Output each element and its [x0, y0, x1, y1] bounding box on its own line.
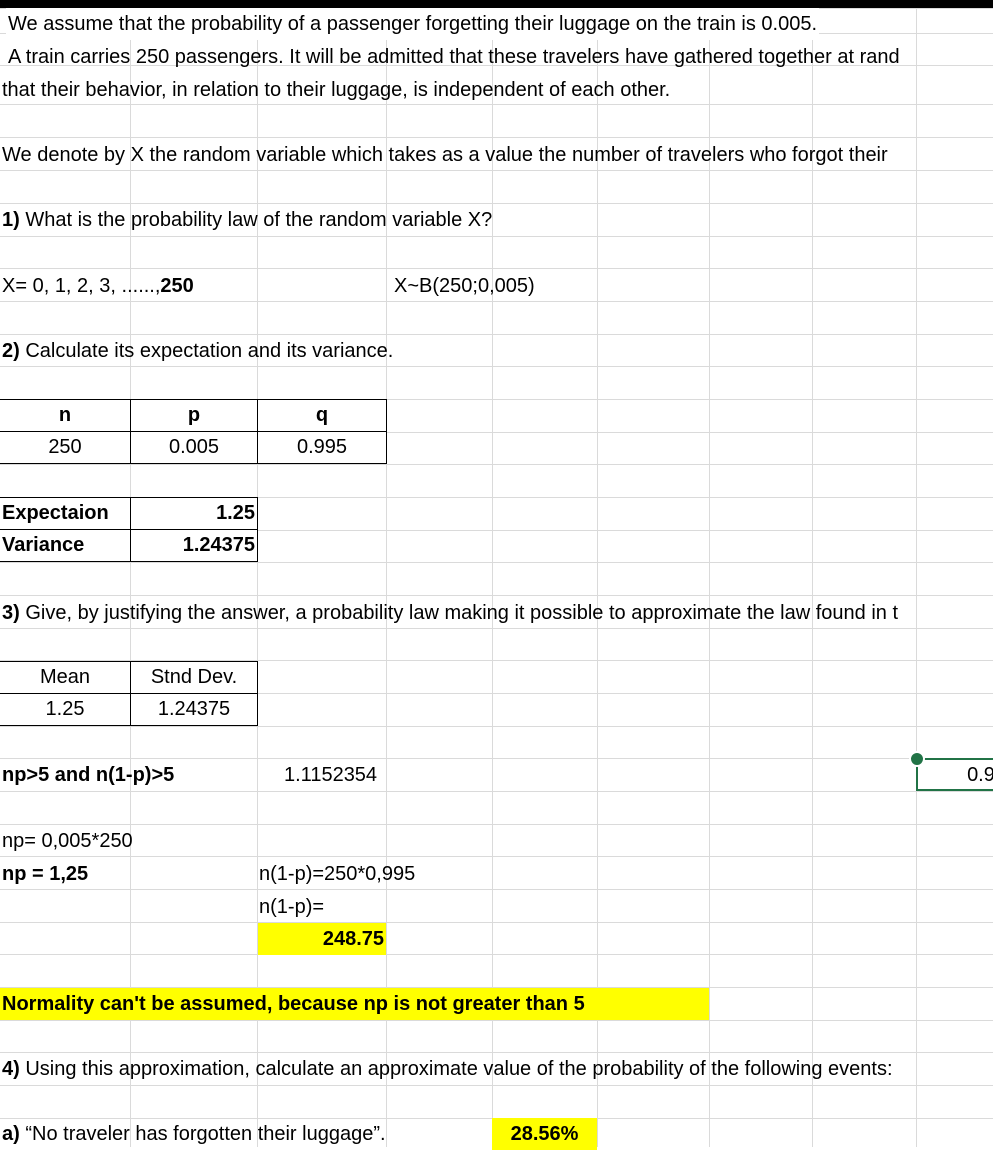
gridline — [0, 856, 993, 857]
selected-cell[interactable]: 0.99 — [916, 758, 993, 791]
npq-table: n p q 250 0.005 0.995 — [0, 399, 387, 464]
gridline — [0, 464, 993, 465]
mean-value[interactable]: 1.25 — [0, 693, 131, 726]
mean-header[interactable]: Mean — [0, 661, 131, 694]
gridline — [916, 8, 917, 1147]
gridline — [0, 726, 993, 727]
nq-result[interactable]: 248.75 — [258, 923, 386, 955]
question-4[interactable]: 4) Using this approximation, calculate a… — [0, 1053, 895, 1085]
question-4-text: Using this approximation, calculate an a… — [19, 1058, 893, 1080]
gridline — [492, 8, 493, 1147]
expectation-value[interactable]: 1.25 — [130, 497, 258, 530]
npq-value-q[interactable]: 0.995 — [257, 431, 387, 464]
gridline — [597, 8, 598, 1147]
question-3-text: Give, by justifying the answer, a probab… — [19, 602, 899, 624]
question-a-number: a) — [2, 1123, 20, 1145]
selection-handle-icon[interactable] — [909, 751, 925, 767]
gridline — [0, 954, 993, 955]
x-values-prefix: X= 0, 1, 2, 3, ......, — [2, 275, 161, 297]
stddev-value[interactable]: 1.24375 — [130, 693, 258, 726]
intro-line-2[interactable]: A train carries 250 passengers. It will … — [6, 41, 902, 73]
npq-header-n[interactable]: n — [0, 399, 131, 432]
gridline — [0, 595, 993, 596]
spreadsheet-grid[interactable] — [0, 8, 993, 1147]
variance-label[interactable]: Variance — [0, 529, 131, 562]
normality-condition[interactable]: np>5 and n(1-p)>5 — [0, 759, 176, 791]
nq-formula[interactable]: n(1-p)=250*0,995 — [257, 858, 417, 890]
sqrt-value-cell[interactable]: 1.1152354 — [282, 759, 379, 791]
np-formula[interactable]: np= 0,005*250 — [0, 825, 135, 857]
gridline — [386, 8, 387, 1147]
mean-stddev-table: Mean Stnd Dev. 1.25 1.24375 — [0, 661, 258, 726]
gridline — [0, 824, 993, 825]
gridline — [812, 8, 813, 1147]
question-2[interactable]: 2) Calculate its expectation and its var… — [0, 335, 395, 367]
gridline — [0, 791, 993, 792]
question-1-number: 1) — [2, 209, 20, 231]
gridline — [0, 268, 993, 269]
question-a[interactable]: a) “No traveler has forgotten their lugg… — [0, 1118, 388, 1150]
selected-cell-value: 0.99 — [967, 764, 993, 786]
gridline — [0, 236, 993, 237]
expectation-variance-table: Expectaion 1.25 Variance 1.24375 — [0, 497, 258, 562]
question-3[interactable]: 3) Give, by justifying the answer, a pro… — [0, 597, 900, 629]
question-1[interactable]: 1) What is the probability law of the ra… — [0, 204, 494, 236]
normality-note[interactable]: Normality can't be assumed, because np i… — [0, 988, 709, 1020]
np-result[interactable]: np = 1,25 — [0, 858, 90, 890]
question-3-number: 3) — [2, 602, 20, 624]
npq-value-p[interactable]: 0.005 — [130, 431, 258, 464]
intro-line-1[interactable]: We assume that the probability of a pass… — [6, 8, 820, 40]
question-a-result[interactable]: 28.56% — [492, 1118, 597, 1150]
gridline — [709, 8, 710, 1147]
x-values-max: 250 — [160, 275, 194, 297]
gridline — [0, 922, 993, 923]
npq-header-p[interactable]: p — [130, 399, 258, 432]
gridline — [0, 137, 993, 138]
gridline — [0, 1020, 993, 1021]
intro-line-3[interactable]: that their behavior, in relation to thei… — [0, 74, 672, 106]
stddev-header[interactable]: Stnd Dev. — [130, 661, 258, 694]
question-4-number: 4) — [2, 1058, 20, 1080]
question-1-text: What is the probability law of the rando… — [19, 209, 493, 231]
gridline — [0, 1085, 993, 1086]
gridline — [0, 562, 993, 563]
question-2-number: 2) — [2, 340, 20, 362]
gridline — [0, 889, 993, 890]
npq-header-q[interactable]: q — [257, 399, 387, 432]
gridline — [130, 8, 131, 1147]
npq-value-n[interactable]: 250 — [0, 431, 131, 464]
variance-value[interactable]: 1.24375 — [130, 529, 258, 562]
gridline — [257, 8, 258, 1147]
x-law-cell[interactable]: X~B(250;0,005) — [392, 270, 537, 302]
expectation-label[interactable]: Expectaion — [0, 497, 131, 530]
x-values-cell[interactable]: X= 0, 1, 2, 3, ......,250 — [0, 270, 196, 302]
question-a-text: “No traveler has forgotten their luggage… — [19, 1123, 386, 1145]
top-bar — [0, 0, 993, 8]
random-variable-definition[interactable]: We denote by X the random variable which… — [0, 139, 890, 171]
question-2-text: Calculate its expectation and its varian… — [19, 340, 394, 362]
nq-label[interactable]: n(1-p)= — [257, 891, 326, 923]
